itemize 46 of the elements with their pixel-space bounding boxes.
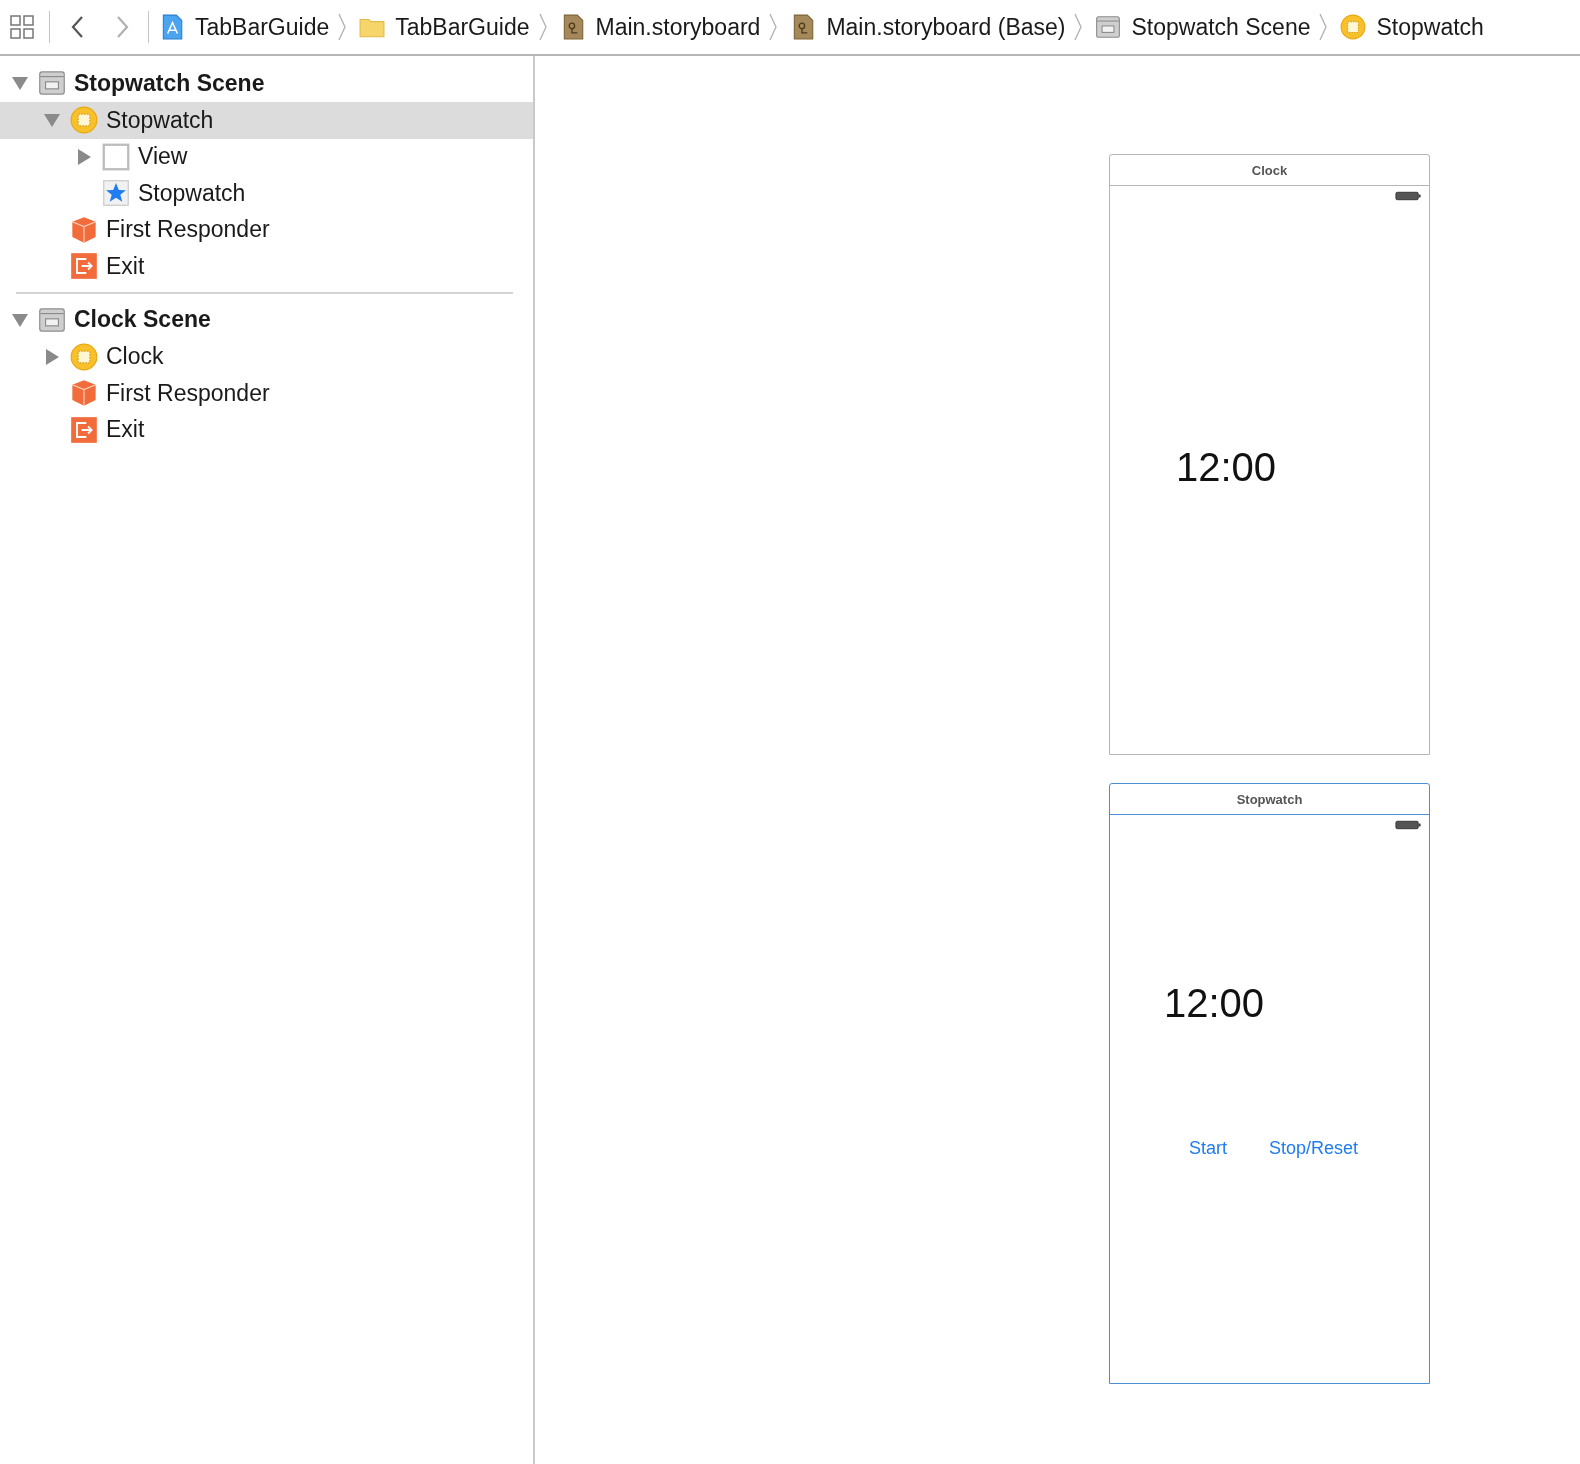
outline-scene-row[interactable]: Stopwatch Scene <box>0 64 533 102</box>
scene-frame[interactable]: Clock 12:00 <box>1109 154 1430 755</box>
chevron-icon <box>1318 12 1329 42</box>
outline-item[interactable]: Stopwatch <box>0 175 533 212</box>
scene-title: Stopwatch <box>1236 791 1303 807</box>
cube-icon <box>70 215 98 244</box>
outline-item[interactable]: View <box>0 138 533 175</box>
exit-icon <box>70 252 98 281</box>
time-label: 12:00 <box>1164 981 1265 1026</box>
chevron-icon <box>1073 12 1084 42</box>
scene-frame[interactable]: Stopwatch 12:00 Start Stop/Reset <box>1109 783 1430 1384</box>
outline-item[interactable]: First Responder <box>0 375 533 412</box>
outline-item[interactable]: First Responder <box>0 211 533 248</box>
breadcrumb-item[interactable]: Main.storyboard <box>595 13 761 41</box>
breadcrumb-item[interactable]: TabBarGuide <box>395 13 530 41</box>
battery-icon <box>1395 820 1421 830</box>
scene-icon <box>38 305 66 334</box>
view-controller-icon <box>70 106 98 135</box>
chevron-icon <box>337 12 348 42</box>
breadcrumb-item[interactable]: Stopwatch Scene <box>1131 13 1311 41</box>
outline-scene-row[interactable]: Clock Scene <box>0 300 533 339</box>
back-icon[interactable] <box>70 14 86 40</box>
scene-icon <box>38 69 66 97</box>
text-button[interactable]: Stop/Reset <box>1269 1138 1359 1159</box>
cube-icon <box>70 379 98 408</box>
scene-title: Clock <box>1251 162 1288 178</box>
breadcrumb-item[interactable]: Stopwatch <box>1376 13 1484 41</box>
view-controller-icon <box>70 342 98 371</box>
outline-item[interactable]: Exit <box>0 248 533 285</box>
chevron-icon <box>537 12 548 42</box>
outline-item[interactable]: Stopwatch <box>0 102 533 139</box>
battery-icon <box>1395 191 1421 201</box>
text-button[interactable]: Start <box>1189 1138 1227 1159</box>
breadcrumb-item[interactable]: TabBarGuide <box>195 13 330 41</box>
scene-title: Clock Scene <box>74 306 211 333</box>
outline-item[interactable]: Exit <box>0 411 533 448</box>
exit-icon <box>70 415 98 444</box>
view-controller-icon <box>1340 13 1367 41</box>
scene-icon <box>1095 13 1122 41</box>
outline-item[interactable]: Clock <box>0 338 533 375</box>
breadcrumb-item[interactable]: Main.storyboard (Base) <box>826 13 1066 41</box>
time-label: 12:00 <box>1176 445 1277 490</box>
view-icon <box>102 142 130 171</box>
related-items-icon[interactable] <box>9 14 35 40</box>
scene-title: Stopwatch Scene <box>74 69 265 97</box>
chevron-icon <box>768 12 779 42</box>
